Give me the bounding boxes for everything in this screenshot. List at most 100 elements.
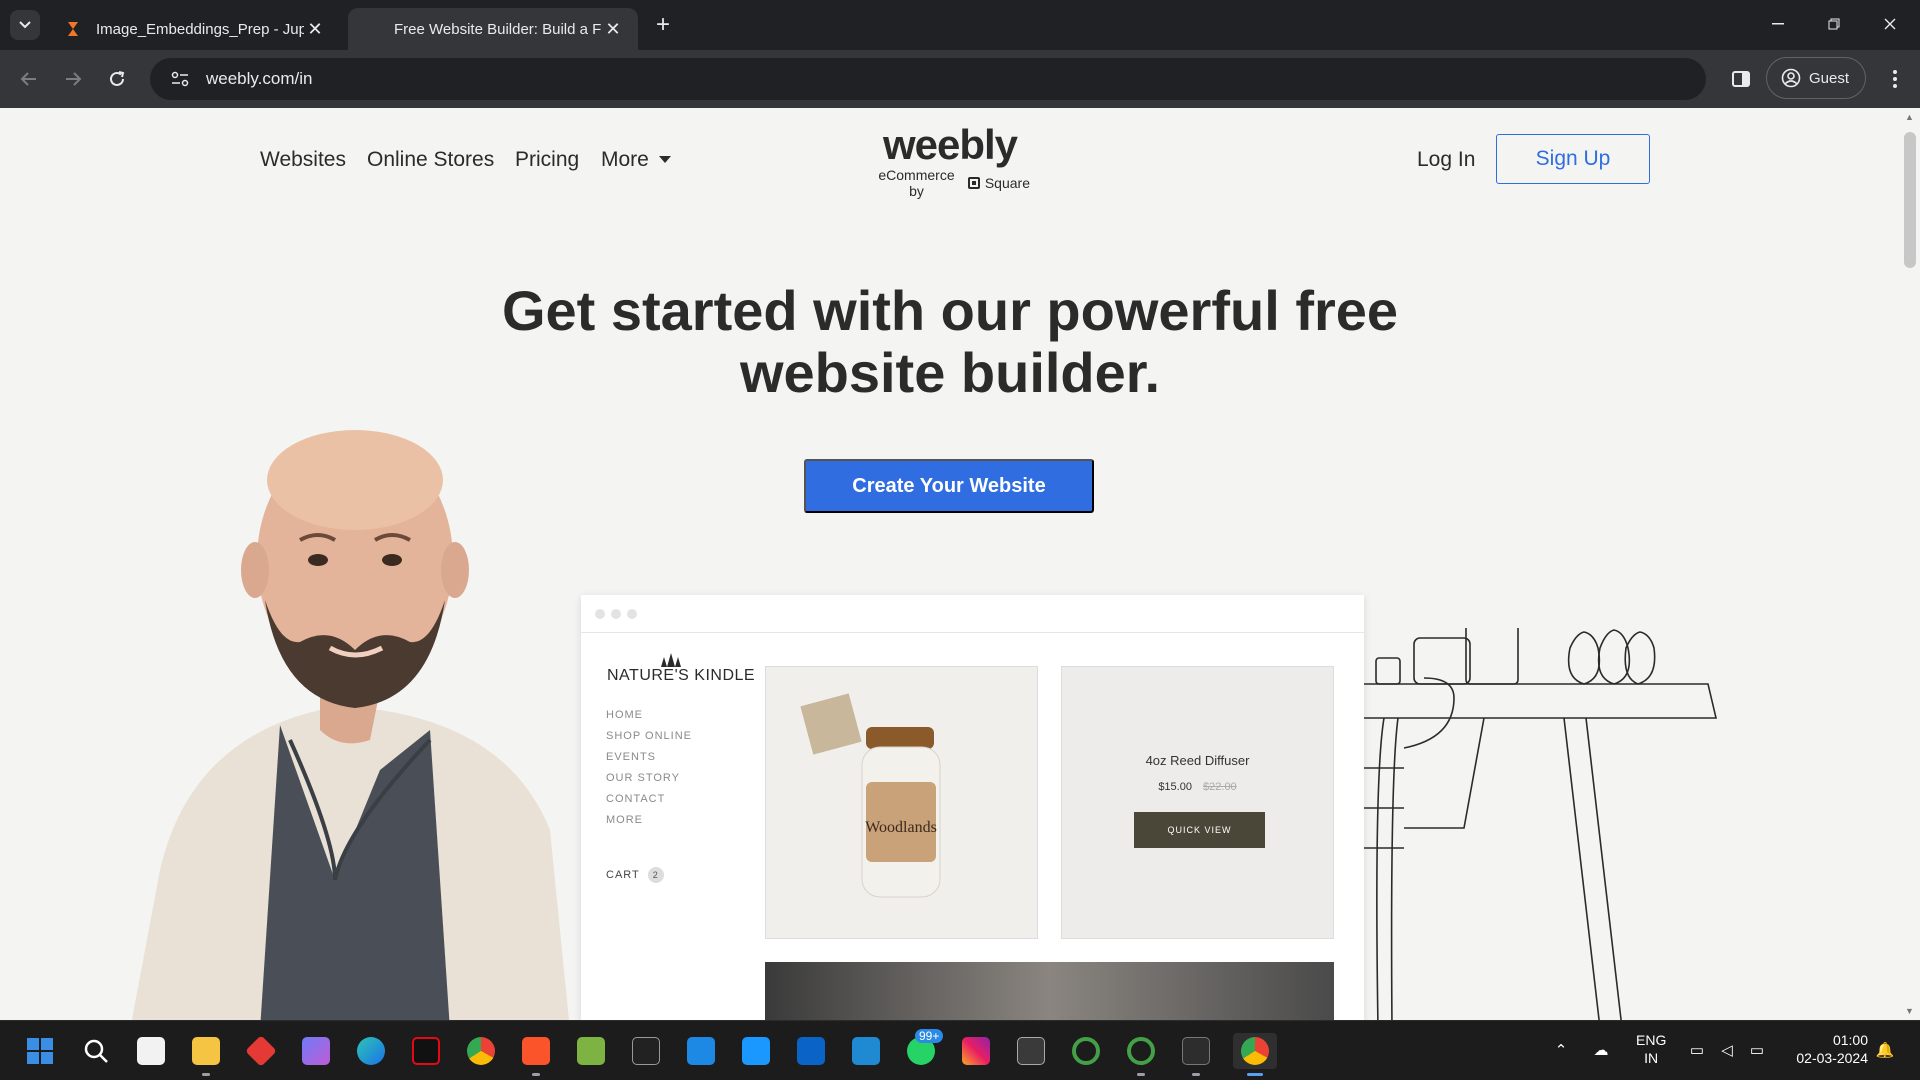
edge-icon — [357, 1037, 385, 1065]
search-button[interactable] — [78, 1033, 114, 1069]
vscode-app[interactable] — [848, 1033, 884, 1069]
windows-taskbar: 99+ ⌃ ☁ ENG IN ▭ ◁ ▭ 01:00 02-03-2024 🔔 — [0, 1020, 1920, 1080]
nav-more-label: More — [601, 148, 649, 171]
windows-logo-icon — [27, 1038, 53, 1064]
edge-app[interactable] — [353, 1033, 389, 1069]
account-icon — [1781, 68, 1801, 88]
tab-search-button[interactable] — [10, 10, 40, 40]
product-old-price: $22.00 — [1203, 781, 1237, 793]
clock-date: 02-03-2024 — [1796, 1050, 1868, 1066]
mock-menu-item: CONTACT — [606, 793, 666, 805]
outlook-app[interactable] — [793, 1033, 829, 1069]
close-icon — [1884, 18, 1896, 30]
mock-menu-item: OUR STORY — [606, 772, 680, 784]
scroll-up-icon[interactable]: ▲ — [1905, 112, 1914, 122]
mock-menu-item: SHOP ONLINE — [606, 730, 692, 742]
netflix-app[interactable] — [408, 1033, 444, 1069]
url-text[interactable]: weebly.com/in — [206, 69, 312, 89]
hero-headline-line2: website builder. — [739, 341, 1161, 404]
hero-headline-line1: Get started with our powerful free — [501, 279, 1399, 342]
network-icon[interactable]: ▭ — [1686, 1039, 1708, 1061]
product-card-candle: Woodlands — [765, 666, 1038, 939]
terminal-icon — [1182, 1037, 1210, 1065]
hero-headline: Get started with our powerful free websi… — [410, 280, 1490, 404]
furniture-sketch-image — [1364, 628, 1718, 1020]
chevron-down-icon — [19, 21, 31, 29]
nav-online-stores[interactable]: Online Stores — [367, 148, 494, 172]
running-indicator — [1192, 1073, 1200, 1076]
widgets-icon — [687, 1037, 715, 1065]
tab-weebly[interactable]: Free Website Builder: Build a Fre ✕ — [348, 8, 638, 50]
new-tab-button[interactable]: + — [648, 10, 678, 40]
nav-websites[interactable]: Websites — [260, 148, 346, 172]
login-link[interactable]: Log In — [1417, 148, 1475, 172]
page-scrollbar[interactable]: ▲ ▼ — [1900, 108, 1920, 1020]
notification-bell-icon[interactable]: 🔔 — [1874, 1039, 1896, 1061]
terminal-app[interactable] — [628, 1033, 664, 1069]
close-icon[interactable]: ✕ — [602, 18, 624, 40]
weebly-logo[interactable]: weebly eCommerce by Square — [870, 121, 1030, 200]
mock-menu: HOME SHOP ONLINE EVENTS OUR STORY CONTAC… — [606, 709, 692, 835]
close-icon[interactable]: ✕ — [304, 18, 326, 40]
prime-video-app[interactable] — [738, 1033, 774, 1069]
scroll-down-icon[interactable]: ▼ — [1905, 1006, 1914, 1016]
tab-strip: Image_Embeddings_Prep - Jupy ✕ Free Webs… — [0, 0, 1920, 50]
speaker-muted-icon[interactable]: ◁ — [1716, 1039, 1738, 1061]
minimize-icon — [1772, 23, 1784, 25]
app-red-diamond[interactable] — [243, 1033, 279, 1069]
address-bar[interactable]: weebly.com/in — [150, 58, 1706, 100]
signup-button[interactable]: Sign Up — [1496, 134, 1650, 184]
copilot-app[interactable] — [298, 1033, 334, 1069]
virtual-desktop-app[interactable] — [1013, 1033, 1049, 1069]
chrome-app-pinned[interactable] — [463, 1033, 499, 1069]
outlook-icon — [797, 1037, 825, 1065]
back-button[interactable] — [14, 64, 44, 94]
nav-pricing[interactable]: Pricing — [515, 148, 579, 172]
logo-wordmark: weebly — [882, 121, 1018, 168]
terminal-icon — [632, 1037, 660, 1065]
mock-cart: CART 2 — [606, 867, 664, 883]
chrome-menu-button[interactable] — [1880, 64, 1910, 94]
window-icon — [1017, 1037, 1045, 1065]
brave-app[interactable] — [518, 1033, 554, 1076]
forward-button[interactable] — [58, 64, 88, 94]
close-window-button[interactable] — [1862, 6, 1918, 42]
logo-sub-left: eCommerce by — [878, 167, 955, 199]
loader-app-1[interactable] — [1068, 1033, 1104, 1069]
running-indicator — [532, 1073, 540, 1076]
battery-icon[interactable]: ▭ — [1746, 1039, 1768, 1061]
restore-button[interactable] — [1806, 6, 1862, 42]
vscode-icon — [852, 1037, 880, 1065]
language-indicator[interactable]: ENG IN — [1636, 1031, 1666, 1067]
reload-button[interactable] — [102, 64, 132, 94]
create-website-button[interactable]: Create Your Website — [804, 459, 1094, 513]
red-diamond-icon — [245, 1035, 277, 1067]
widgets-app[interactable] — [683, 1033, 719, 1069]
chrome-icon — [467, 1037, 495, 1065]
store-app[interactable] — [133, 1033, 169, 1069]
start-button[interactable] — [22, 1033, 58, 1069]
image-viewer-app[interactable] — [573, 1033, 609, 1069]
quick-view-button: QUICK VIEW — [1134, 812, 1265, 848]
nav-more[interactable]: More — [601, 148, 671, 172]
scrollbar-thumb[interactable] — [1904, 132, 1916, 268]
loader-app-2[interactable] — [1123, 1033, 1159, 1076]
file-explorer-app[interactable] — [188, 1033, 224, 1076]
tab-title: Image_Embeddings_Prep - Jupy — [96, 20, 304, 38]
chrome-app-active[interactable] — [1233, 1033, 1277, 1076]
running-indicator — [1137, 1073, 1145, 1076]
copilot-icon — [302, 1037, 330, 1065]
site-settings-icon[interactable] — [160, 71, 200, 87]
side-panel-icon — [1732, 71, 1750, 87]
chevron-up-icon[interactable]: ⌃ — [1550, 1039, 1572, 1061]
profile-button[interactable]: Guest — [1766, 57, 1866, 99]
terminal-app-2[interactable] — [1178, 1033, 1214, 1076]
tab-title: Free Website Builder: Build a Fre — [394, 20, 602, 38]
clock[interactable]: 01:00 02-03-2024 — [1776, 1031, 1868, 1067]
tab-jupyter[interactable]: Image_Embeddings_Prep - Jupy ✕ — [50, 8, 340, 50]
instagram-app[interactable] — [958, 1033, 994, 1069]
side-panel-button[interactable] — [1726, 64, 1756, 94]
cloud-icon[interactable]: ☁ — [1590, 1039, 1612, 1061]
minimize-button[interactable] — [1750, 6, 1806, 42]
folder-icon — [192, 1037, 220, 1065]
